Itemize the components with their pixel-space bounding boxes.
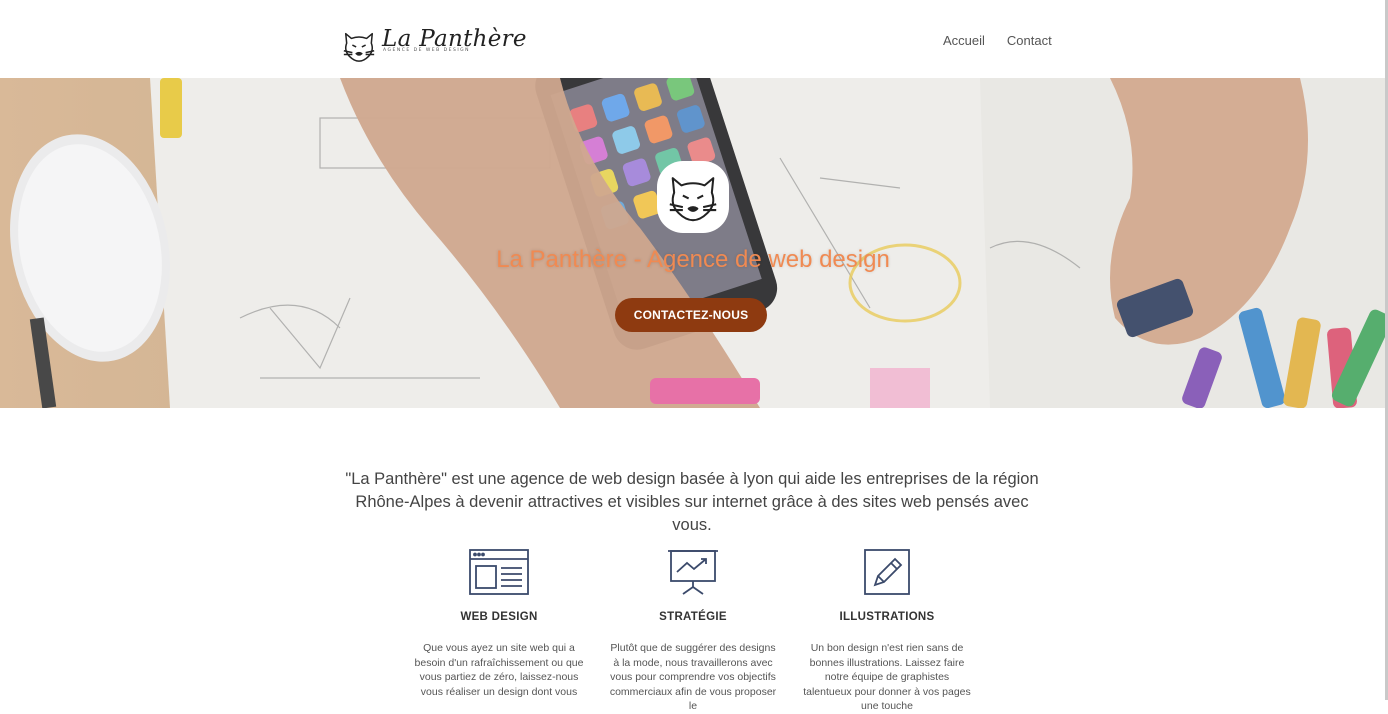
site-logo[interactable]: La Panthère AGENCE DE WEB DESIGN (340, 24, 527, 64)
hero-overlay (0, 78, 1386, 408)
feature-description: Plutôt que de suggérer des designs à la … (609, 642, 777, 712)
feature-title: STRATÉGIE (659, 611, 727, 623)
hero-title: La Panthère - Agence de web design (496, 246, 890, 273)
panther-logo-icon (343, 32, 375, 62)
contact-us-button[interactable]: CONTACTEZ-NOUS (615, 298, 767, 332)
main-nav: Accueil Contact (943, 33, 1052, 48)
hero-logo-badge (657, 161, 729, 233)
feature-strategie: STRATÉGIE Plutôt que de suggérer des des… (604, 548, 782, 714)
site-header: La Panthère AGENCE DE WEB DESIGN Accueil… (0, 0, 1388, 79)
feature-title: ILLUSTRATIONS (839, 611, 935, 623)
presentation-chart-icon (668, 550, 718, 595)
feature-description: Que vous ayez un site web qui a besoin d… (414, 642, 584, 698)
feature-web-design: WEB DESIGN Que vous ayez un site web qui… (410, 548, 588, 699)
feature-illustrations: ILLUSTRATIONS Un bon design n'est rien s… (798, 548, 976, 714)
nav-link-contact[interactable]: Contact (1007, 33, 1052, 48)
feature-description: Un bon design n'est rien sans de bonnes … (803, 642, 971, 712)
hero-banner: La Panthère - Agence de web design CONTA… (0, 78, 1386, 408)
browser-window-icon (469, 549, 529, 595)
feature-title: WEB DESIGN (460, 611, 538, 623)
nav-link-accueil[interactable]: Accueil (943, 33, 985, 48)
logo-wordmark: La Panthère AGENCE DE WEB DESIGN (382, 24, 527, 54)
pencil-square-icon (864, 549, 910, 595)
intro-paragraph: "La Panthère" est une agence de web desi… (345, 470, 1039, 534)
logo-tagline: AGENCE DE WEB DESIGN (383, 48, 471, 53)
panther-badge-icon (669, 177, 717, 222)
